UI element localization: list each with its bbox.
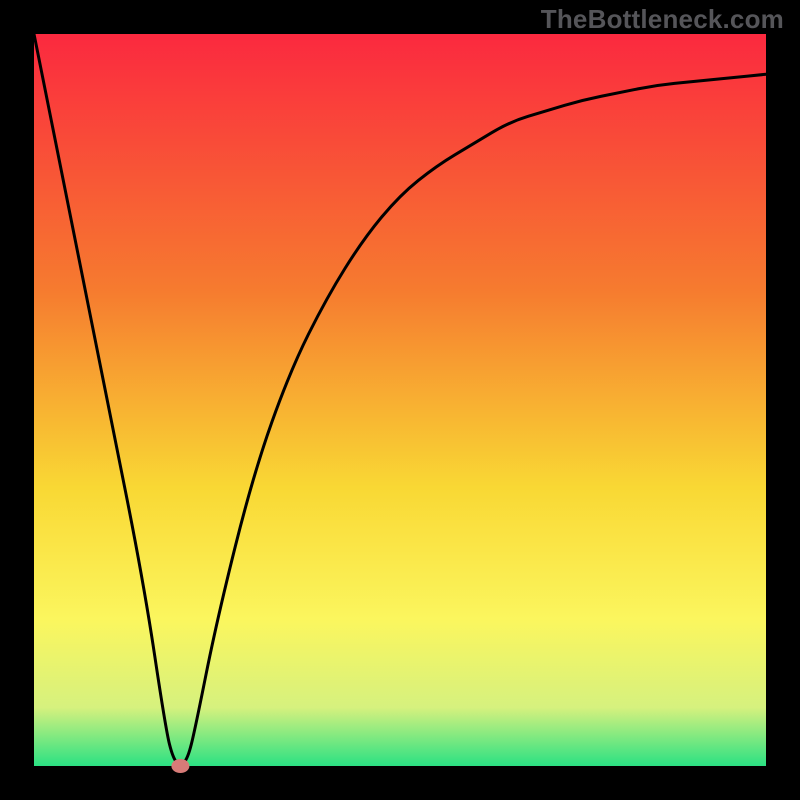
chart-container: TheBottleneck.com — [0, 0, 800, 800]
bottleneck-chart — [0, 0, 800, 800]
minimum-marker-icon — [171, 759, 189, 773]
chart-plot-background — [34, 34, 766, 766]
watermark-text: TheBottleneck.com — [541, 4, 784, 35]
